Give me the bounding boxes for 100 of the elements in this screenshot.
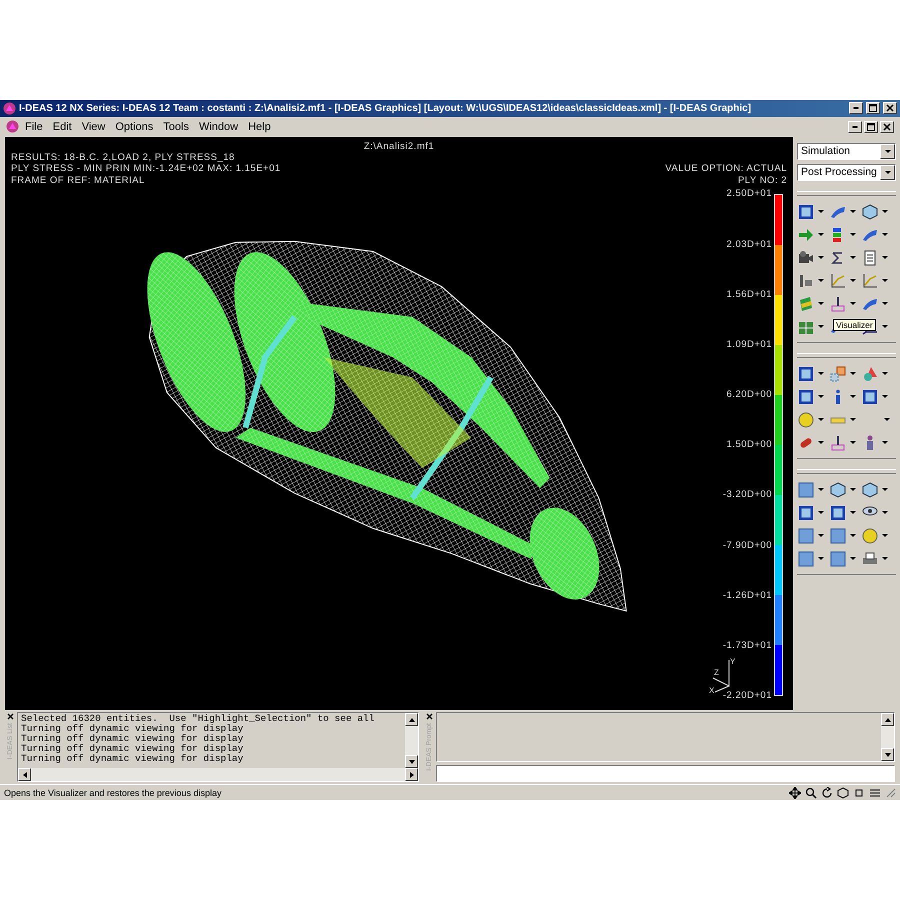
- legend-label: -1.73D+01: [722, 640, 772, 652]
- dropdown-caret-icon[interactable]: [882, 324, 888, 330]
- dropdown-caret-icon[interactable]: [818, 278, 824, 284]
- toolbar-button[interactable]: [861, 480, 879, 499]
- dropdown-caret-icon[interactable]: [850, 370, 856, 377]
- lines-icon[interactable]: [869, 786, 881, 798]
- output-line: Selected 16320 entities. Use "Highlight_Selection" to see all: [21, 714, 376, 724]
- mode-dropdown[interactable]: Post Processing: [797, 164, 896, 181]
- dropdown-caret-icon[interactable]: [882, 278, 888, 284]
- toolbar-button[interactable]: [797, 202, 815, 221]
- menu-item[interactable]: Help: [244, 120, 275, 134]
- toolbar-button[interactable]: [861, 272, 879, 290]
- dropdown-caret-icon[interactable]: [818, 370, 824, 377]
- graphics-viewport[interactable]: [5, 136, 793, 710]
- frame-icon: [798, 504, 814, 521]
- dropdown-caret-icon[interactable]: [850, 510, 856, 516]
- menu-item[interactable]: View: [78, 120, 110, 134]
- pan-icon[interactable]: [789, 786, 801, 798]
- command-input-field[interactable]: [436, 765, 895, 782]
- minimize-button[interactable]: [849, 102, 863, 114]
- dropdown-caret-icon[interactable]: [850, 556, 856, 562]
- dropdown-caret-icon[interactable]: [850, 232, 856, 238]
- cube-icon: [862, 204, 878, 220]
- dropdown-caret-icon[interactable]: [882, 532, 888, 539]
- dropdown-caret-icon[interactable]: [850, 532, 856, 539]
- dropdown-caret-icon[interactable]: [882, 394, 888, 400]
- dropdown-caret-icon[interactable]: [818, 440, 824, 446]
- menu-item[interactable]: Edit: [48, 120, 76, 134]
- dropdown-caret-icon[interactable]: [882, 486, 888, 493]
- app-logo-icon: [3, 102, 16, 115]
- dropdown-caret-icon[interactable]: [882, 510, 888, 516]
- toolbar-button[interactable]: [861, 388, 879, 406]
- squares-icon: [830, 366, 846, 382]
- dropdown-caret-icon[interactable]: [818, 394, 824, 400]
- square-icon: [798, 482, 814, 498]
- menu-item[interactable]: Window: [194, 120, 242, 134]
- resize-grip-icon[interactable]: [885, 787, 896, 798]
- dropdown-caret-icon[interactable]: [882, 208, 888, 215]
- toolbar-button[interactable]: [797, 388, 815, 406]
- frame-icon: [798, 204, 814, 220]
- square-icon[interactable]: [853, 786, 865, 798]
- dropdown-caret-icon[interactable]: [818, 556, 824, 562]
- toolbar-button[interactable]: [829, 480, 847, 499]
- dropdown-caret-icon[interactable]: [818, 300, 824, 307]
- legend-label: 2.03D+01: [726, 238, 772, 251]
- dropdown-caret-icon[interactable]: [882, 300, 888, 307]
- vertical-scrollbar[interactable]: [881, 713, 894, 762]
- horizontal-scrollbar[interactable]: [18, 768, 418, 782]
- menu-item[interactable]: Tools: [159, 120, 193, 134]
- dropdown-caret-icon[interactable]: [818, 532, 824, 539]
- legend-label: -7.90D+00: [722, 540, 772, 552]
- dropdown-caret-icon[interactable]: [818, 486, 824, 493]
- status-text: Opens the Visualizer and restores the previous display: [4, 788, 222, 798]
- dropdown-caret-icon[interactable]: [882, 232, 888, 238]
- toolbar-button[interactable]: [829, 272, 847, 290]
- scroll-down-button[interactable]: [405, 755, 418, 768]
- scroll-up-button[interactable]: [881, 713, 894, 726]
- scroll-up-button[interactable]: [405, 713, 418, 726]
- maximize-button[interactable]: [866, 102, 880, 114]
- rotate-icon[interactable]: [821, 786, 833, 798]
- dropdown-caret-icon[interactable]: [850, 394, 856, 400]
- cube-icon[interactable]: [837, 786, 849, 798]
- dropdown-caret-icon[interactable]: [818, 324, 824, 330]
- frame-icon: [862, 388, 878, 405]
- results-info-text: VALUE OPTION: ACTUAL: [665, 163, 787, 175]
- search-icon[interactable]: [805, 786, 817, 798]
- scroll-down-button[interactable]: [881, 748, 894, 762]
- restore-button[interactable]: [864, 120, 878, 133]
- close-icon: [886, 104, 894, 112]
- vertical-scrollbar[interactable]: [405, 713, 418, 768]
- dropdown-caret-icon[interactable]: [884, 416, 890, 423]
- dropdown-caret-icon[interactable]: [882, 370, 888, 377]
- dropdown-caret-icon[interactable]: [850, 254, 856, 261]
- menu-item[interactable]: Options: [111, 120, 158, 134]
- toolbar-button[interactable]: [861, 202, 879, 221]
- toolbar-button[interactable]: [797, 364, 815, 383]
- menu-item[interactable]: File: [21, 120, 47, 134]
- dropdown-caret-icon[interactable]: [818, 510, 824, 516]
- dropdown-caret-icon[interactable]: [882, 556, 888, 562]
- app-logo-icon: [6, 120, 19, 134]
- dropdown-caret-icon[interactable]: [850, 278, 856, 284]
- dropdown-caret-icon[interactable]: [850, 300, 856, 307]
- close-button[interactable]: [6, 712, 14, 722]
- dropdown-caret-icon[interactable]: [818, 416, 824, 423]
- close-button[interactable]: [424, 712, 434, 722]
- scroll-right-button[interactable]: [405, 768, 418, 782]
- dropdown-caret-icon[interactable]: [882, 254, 888, 261]
- dropdown-caret-icon[interactable]: [850, 486, 856, 493]
- dropdown-caret-icon[interactable]: [850, 440, 856, 446]
- dropdown-caret-icon[interactable]: [850, 416, 856, 423]
- dropdown-caret-icon[interactable]: [818, 232, 824, 238]
- toolbar-button[interactable]: [829, 504, 847, 522]
- dropdown-caret-icon[interactable]: [818, 254, 824, 261]
- dropdown-caret-icon[interactable]: [818, 208, 824, 215]
- dropdown-caret-icon[interactable]: [882, 440, 888, 446]
- mode-dropdown[interactable]: Simulation: [797, 142, 896, 160]
- dropdown-caret-icon[interactable]: [850, 208, 856, 215]
- toolbar-button[interactable]: [797, 504, 815, 522]
- scroll-left-button[interactable]: [18, 768, 31, 782]
- minimize-button[interactable]: [848, 120, 862, 133]
